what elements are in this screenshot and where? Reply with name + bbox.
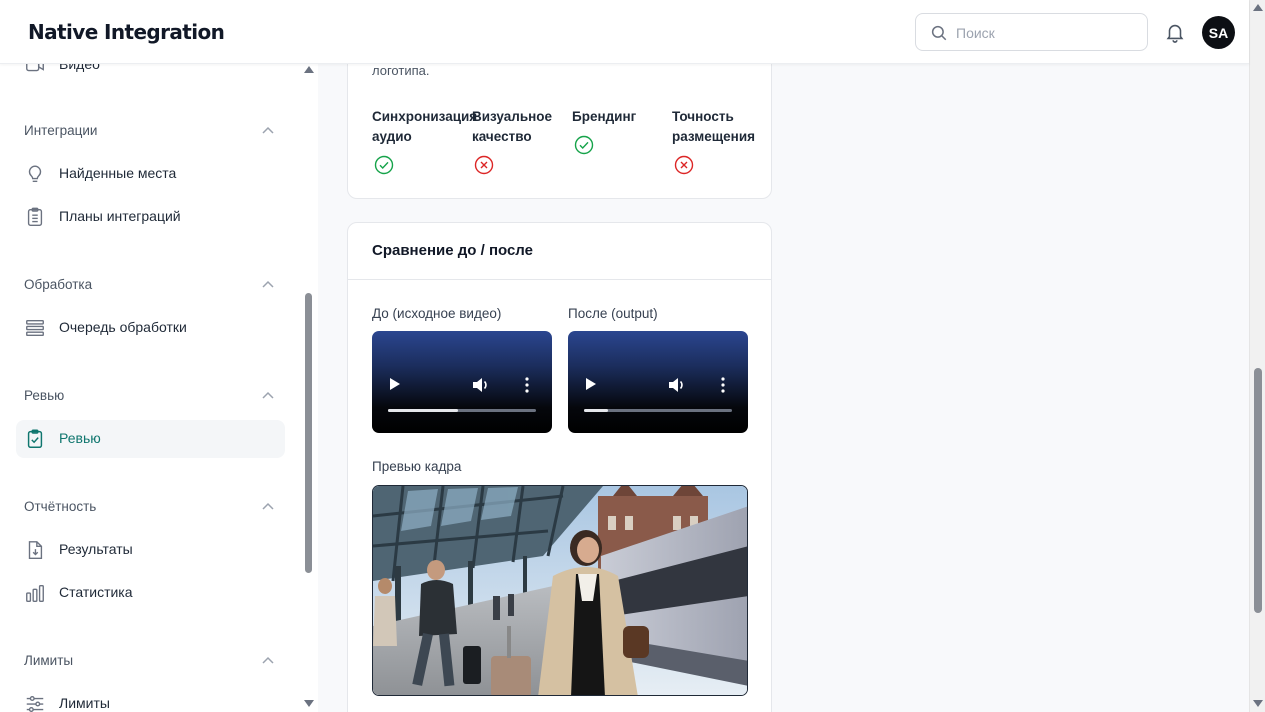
metric-placement-accuracy: Точность размещения	[672, 107, 772, 175]
volume-icon[interactable]	[668, 377, 686, 393]
top-header: Native Integration SA	[0, 0, 1249, 64]
sidebar-item-results[interactable]: Результаты	[16, 531, 285, 569]
quality-checks-card: логотипа. Синхронизация аудио Визуальное…	[347, 64, 772, 199]
lightbulb-icon	[28, 165, 42, 183]
bar-chart-icon	[26, 584, 44, 602]
chevron-up-icon[interactable]	[262, 502, 274, 510]
before-video-label: До (исходное видео)	[372, 306, 502, 321]
sidebar-scrollbar[interactable]	[303, 64, 315, 712]
chevron-up-icon[interactable]	[262, 126, 274, 134]
sidebar-item-processing-queue[interactable]: Очередь обработки	[16, 309, 285, 347]
sidebar-item-label: Видео	[59, 64, 100, 72]
clipboard-check-icon	[27, 429, 43, 448]
metric-label: Точность размещения	[672, 109, 756, 144]
card-title: Сравнение до / после	[372, 242, 533, 259]
sidebar-item-integration-plans[interactable]: Планы интеграций	[16, 198, 285, 236]
search-icon	[931, 25, 947, 41]
sidebar-item-label: Очередь обработки	[59, 319, 187, 335]
window-scrollbar[interactable]	[1249, 0, 1265, 712]
metric-label: Синхронизация аудио	[372, 109, 478, 144]
sliders-icon	[26, 695, 44, 712]
metric-label: Брендинг	[572, 109, 637, 124]
volume-icon[interactable]	[472, 377, 490, 393]
video-progress-bar[interactable]	[584, 409, 732, 412]
sidebar-item-label: Результаты	[59, 541, 133, 557]
video-progress-fill	[584, 409, 608, 412]
card-header: Сравнение до / после	[348, 223, 771, 280]
sidebar-item-limits[interactable]: Лимиты	[16, 685, 285, 712]
sidebar-item-review[interactable]: Ревью	[16, 420, 285, 458]
frame-preview-label: Превью кадра	[372, 459, 462, 474]
chevron-up-icon[interactable]	[262, 656, 274, 664]
section-title-processing: Обработка	[24, 277, 93, 292]
chevron-up-icon[interactable]	[262, 391, 274, 399]
sidebar-item-label: Лимиты	[59, 695, 110, 711]
check-circle-icon	[374, 155, 394, 175]
sidebar-scroll-thumb[interactable]	[305, 293, 312, 573]
before-after-card: Сравнение до / после До (исходное видео)…	[347, 222, 772, 712]
more-vertical-icon[interactable]	[525, 377, 529, 393]
clipboard-list-icon	[27, 207, 43, 226]
notification-bell-icon[interactable]	[1164, 21, 1186, 43]
scroll-up-arrow-icon[interactable]	[1253, 4, 1263, 11]
frame-preview-image	[372, 485, 748, 696]
play-icon[interactable]	[390, 378, 400, 390]
video-progress-bar[interactable]	[388, 409, 536, 412]
sidebar-item-label: Найденные места	[59, 165, 177, 181]
metric-branding: Брендинг	[572, 107, 672, 155]
scroll-down-arrow-icon[interactable]	[304, 700, 314, 707]
section-title-limits: Лимиты	[24, 653, 74, 668]
search-input[interactable]	[956, 22, 1136, 44]
description-text: логотипа.	[372, 64, 430, 78]
play-icon[interactable]	[586, 378, 596, 390]
section-title-reporting: Отчётность	[24, 499, 97, 514]
search-box[interactable]	[915, 13, 1148, 51]
after-video-label: После (output)	[568, 306, 658, 321]
metric-label: Визуальное качество	[472, 109, 553, 144]
sidebar-item-label: Ревью	[59, 430, 101, 446]
after-video-player[interactable]	[568, 331, 748, 433]
sidebar-item-label: Планы интеграций	[59, 208, 181, 224]
metric-audio-sync: Синхронизация аудио	[372, 107, 478, 175]
file-download-icon	[28, 541, 43, 559]
metric-visual-quality: Визуальное качество	[472, 107, 572, 175]
video-icon	[26, 64, 44, 72]
sidebar-item-label: Статистика	[59, 584, 133, 600]
sidebar-item-found-places[interactable]: Найденные места	[16, 155, 285, 193]
before-video-player[interactable]	[372, 331, 552, 433]
window-scroll-thumb[interactable]	[1254, 368, 1262, 613]
video-progress-fill	[388, 409, 458, 412]
queue-list-icon	[26, 319, 44, 337]
sidebar-item-statistics[interactable]: Статистика	[16, 574, 285, 612]
train-station-scene	[373, 486, 747, 695]
main-content: логотипа. Синхронизация аудио Визуальное…	[318, 64, 1249, 712]
section-title-review: Ревью	[24, 388, 65, 403]
check-circle-icon	[574, 135, 594, 155]
x-circle-icon	[674, 155, 694, 175]
user-avatar[interactable]: SA	[1202, 16, 1235, 49]
app-logo[interactable]: Native Integration	[28, 20, 225, 44]
more-vertical-icon[interactable]	[721, 377, 725, 393]
sidebar-item-video[interactable]: Видео	[16, 64, 285, 84]
chevron-up-icon[interactable]	[262, 280, 274, 288]
x-circle-icon	[474, 155, 494, 175]
scroll-down-arrow-icon[interactable]	[1253, 700, 1263, 707]
section-title-integrations: Интеграции	[24, 123, 98, 138]
scroll-up-arrow-icon[interactable]	[304, 66, 314, 73]
sidebar: Видео Интеграции Найденные места Планы и…	[0, 64, 318, 712]
